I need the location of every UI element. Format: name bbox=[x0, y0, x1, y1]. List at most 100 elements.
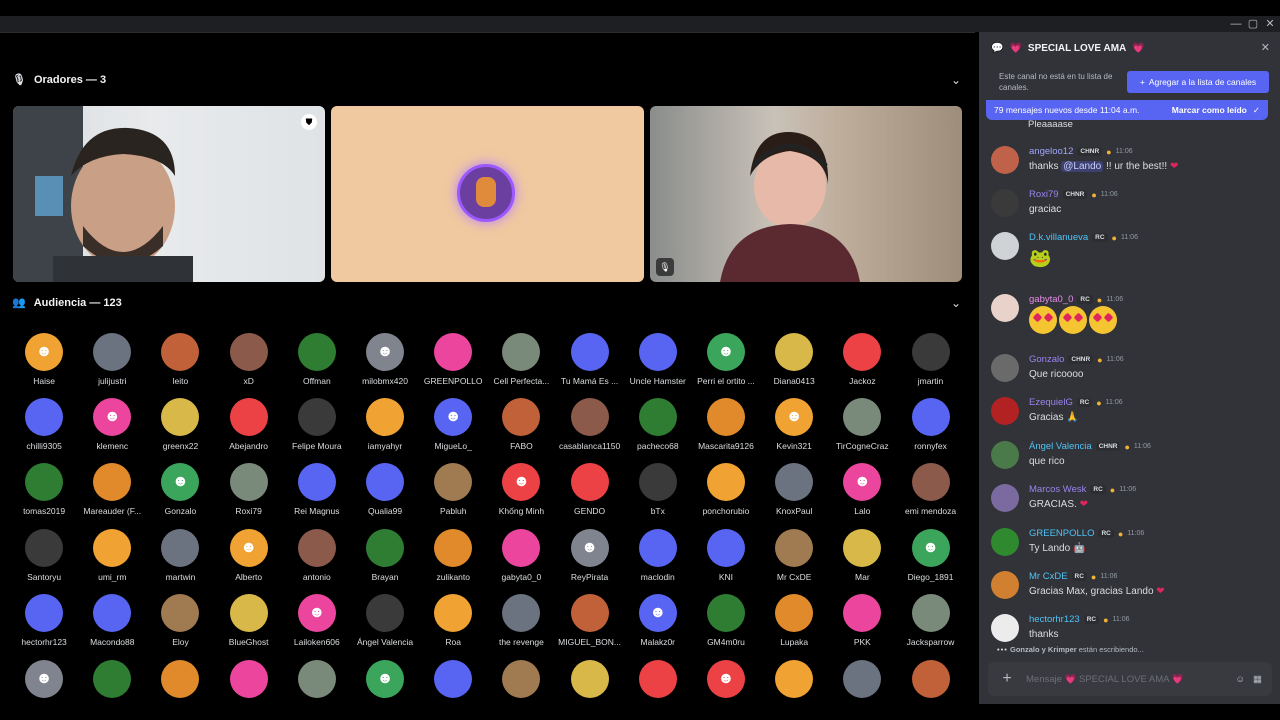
chat-message[interactable]: EzequielG RC ● 11:06 Gracias 🙏 bbox=[989, 397, 1274, 437]
audience-member[interactable] bbox=[556, 660, 624, 703]
audience-member[interactable] bbox=[78, 660, 146, 703]
username[interactable]: EzequielG bbox=[1029, 397, 1073, 408]
audience-member[interactable]: bTx bbox=[624, 463, 692, 516]
audience-member[interactable]: Jacksparrow bbox=[896, 594, 964, 647]
audience-member[interactable]: umi_rm bbox=[78, 529, 146, 582]
avatar[interactable] bbox=[991, 397, 1019, 425]
audience-member[interactable]: tomas2019 bbox=[10, 463, 78, 516]
audience-member[interactable]: ☻ Lalo bbox=[828, 463, 896, 516]
audience-member[interactable]: ☻ MigueLo_ bbox=[419, 398, 487, 451]
username[interactable]: hectorhr123 bbox=[1029, 614, 1080, 625]
audience-member[interactable]: greenx22 bbox=[146, 398, 214, 451]
username[interactable]: Gonzalo bbox=[1029, 354, 1064, 365]
close-window-icon[interactable]: ✕ bbox=[1260, 16, 1280, 32]
audience-member[interactable]: iamyahyr bbox=[351, 398, 419, 451]
audience-member[interactable]: BlueGhost bbox=[215, 594, 283, 647]
audience-member[interactable]: jmartin bbox=[896, 333, 964, 386]
audience-member[interactable] bbox=[283, 660, 351, 703]
avatar[interactable] bbox=[991, 146, 1019, 174]
chevron-down-icon[interactable]: ⌄ bbox=[951, 73, 961, 87]
username[interactable]: D.k.villanueva bbox=[1029, 232, 1088, 243]
audience-member[interactable] bbox=[760, 660, 828, 703]
audience-member[interactable]: Roa bbox=[419, 594, 487, 647]
avatar[interactable] bbox=[991, 232, 1019, 260]
audience-member[interactable]: ☻ Perri el ortito ... bbox=[692, 333, 760, 386]
emoji-icon[interactable]: ☺ bbox=[1235, 674, 1245, 685]
username[interactable]: Ángel Valencia bbox=[1029, 441, 1092, 452]
add-attachment-icon[interactable]: + bbox=[988, 670, 1026, 688]
audience-member[interactable]: FABO bbox=[487, 398, 555, 451]
username[interactable]: gabyta0_0 bbox=[1029, 294, 1073, 305]
username[interactable]: GREENPOLLO bbox=[1029, 528, 1094, 539]
audience-member[interactable]: pacheco68 bbox=[624, 398, 692, 451]
avatar[interactable] bbox=[991, 484, 1019, 512]
audience-member[interactable]: ☻ Lailoken606 bbox=[283, 594, 351, 647]
audience-member[interactable]: Uncle Hamster bbox=[624, 333, 692, 386]
audience-member[interactable]: PKK bbox=[828, 594, 896, 647]
audience-member[interactable]: ☻ Gonzalo bbox=[146, 463, 214, 516]
username[interactable]: angeloo12 bbox=[1029, 146, 1073, 157]
audience-member[interactable]: Santoryu bbox=[10, 529, 78, 582]
audience-member[interactable]: Qualia99 bbox=[351, 463, 419, 516]
avatar[interactable] bbox=[991, 614, 1019, 642]
audience-member[interactable]: Abejandro bbox=[215, 398, 283, 451]
audience-member[interactable]: MIGUEL_BON... bbox=[556, 594, 624, 647]
audience-member[interactable]: chilli9305 bbox=[10, 398, 78, 451]
audience-member[interactable]: casablanca1150 bbox=[556, 398, 624, 451]
audience-member[interactable]: Brayan bbox=[351, 529, 419, 582]
audience-member[interactable]: GM4m0ru bbox=[692, 594, 760, 647]
audience-member[interactable]: ☻ bbox=[692, 660, 760, 703]
audience-member[interactable]: Felipe Moura bbox=[283, 398, 351, 451]
audience-member[interactable]: Macondo88 bbox=[78, 594, 146, 647]
audience-member[interactable]: KNI bbox=[692, 529, 760, 582]
avatar[interactable] bbox=[991, 189, 1019, 217]
audience-member[interactable]: Ángel Valencia bbox=[351, 594, 419, 647]
audience-member[interactable]: Roxi79 bbox=[215, 463, 283, 516]
speakers-header[interactable]: 🎙 Oradores — 3 bbox=[12, 73, 106, 87]
audience-member[interactable]: ☻ ReyPirata bbox=[556, 529, 624, 582]
audience-member[interactable]: ☻ bbox=[351, 660, 419, 703]
audience-member[interactable]: ☻ Alberto bbox=[215, 529, 283, 582]
audience-member[interactable]: Mr CxDE bbox=[760, 529, 828, 582]
username[interactable]: Mr CxDE bbox=[1029, 571, 1068, 582]
chat-message[interactable]: Marcos Wesk RC ● 11:06 GRACIAS. ❤ bbox=[989, 484, 1274, 524]
audience-member[interactable] bbox=[215, 660, 283, 703]
chat-message[interactable]: Roxi79 CHNR ● 11:06 graciac bbox=[989, 189, 1274, 229]
audience-member[interactable]: martwin bbox=[146, 529, 214, 582]
audience-member[interactable] bbox=[896, 660, 964, 703]
chat-message[interactable]: Ángel Valencia CHNR ● 11:06 que rico bbox=[989, 441, 1274, 481]
audience-member[interactable]: Lupaka bbox=[760, 594, 828, 647]
close-icon[interactable]: ✕ bbox=[1261, 41, 1270, 54]
speaker-tile-2[interactable] bbox=[331, 106, 644, 282]
audience-member[interactable]: the revenge bbox=[487, 594, 555, 647]
audience-member[interactable]: Mar bbox=[828, 529, 896, 582]
speaker-tile-3[interactable]: 🎙 bbox=[650, 106, 962, 282]
avatar[interactable] bbox=[991, 354, 1019, 382]
chat-message[interactable]: angeloo12 CHNR ● 11:06 thanks @Lando !! ur t… bbox=[989, 146, 1274, 186]
audience-member[interactable]: ☻ Diego_1891 bbox=[896, 529, 964, 582]
audience-member[interactable]: hectorhr123 bbox=[10, 594, 78, 647]
audience-member[interactable]: julijustri bbox=[78, 333, 146, 386]
audience-member[interactable] bbox=[624, 660, 692, 703]
audience-member[interactable] bbox=[419, 660, 487, 703]
audience-header[interactable]: 👥 Audiencia — 123 bbox=[12, 296, 122, 310]
audience-member[interactable]: Diana0413 bbox=[760, 333, 828, 386]
add-to-channel-list-button[interactable]: + Agregar a la lista de canales bbox=[1127, 71, 1269, 93]
chat-message[interactable]: gabyta0_0 RC ● 11:06 bbox=[989, 294, 1274, 334]
audience-member[interactable]: ☻ Malakz0r bbox=[624, 594, 692, 647]
audience-member[interactable]: TirCogneCraz bbox=[828, 398, 896, 451]
audience-member[interactable]: Eloy bbox=[146, 594, 214, 647]
avatar[interactable] bbox=[991, 441, 1019, 469]
username[interactable]: Marcos Wesk bbox=[1029, 484, 1086, 495]
audience-member[interactable]: Mareauder (F... bbox=[78, 463, 146, 516]
audience-member[interactable] bbox=[828, 660, 896, 703]
audience-member[interactable]: GENDO bbox=[556, 463, 624, 516]
chat-message[interactable]: GREENPOLLO RC ● 11:06 Ty Lando 🤖 bbox=[989, 528, 1274, 568]
new-messages-bar[interactable]: 79 mensajes nuevos desde 11:04 a.m. Marc… bbox=[986, 100, 1268, 120]
username[interactable]: Roxi79 bbox=[1029, 189, 1059, 200]
user-mention[interactable]: @Lando bbox=[1061, 161, 1104, 172]
audience-member[interactable]: Offman bbox=[283, 333, 351, 386]
audience-member[interactable]: ☻ Khống Minh bbox=[487, 463, 555, 516]
audience-member[interactable]: maclodin bbox=[624, 529, 692, 582]
audience-member[interactable] bbox=[146, 660, 214, 703]
